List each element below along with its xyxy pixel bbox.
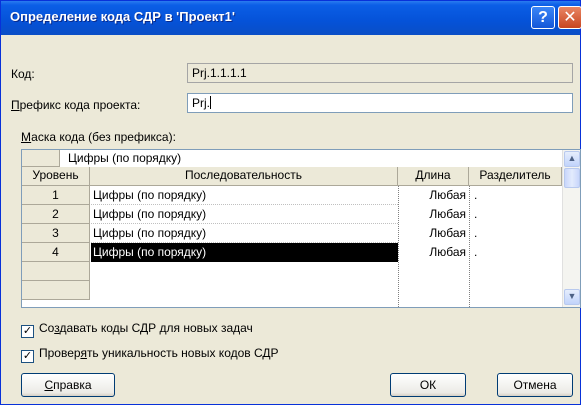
wbs-code-dialog: Определение кода СДР в 'Проект1' ? ✕ Код…	[0, 0, 581, 405]
row-header-empty[interactable]	[22, 262, 90, 281]
prefix-value: Prj.	[192, 96, 210, 110]
sequence-cell[interactable]: Цифры (по порядку)	[91, 224, 398, 243]
vertical-scrollbar[interactable]: ▲ ▼	[562, 150, 580, 307]
title-bar: Определение кода СДР в 'Проект1' ? ✕	[1, 1, 581, 35]
create-codes-checkbox[interactable]: ✓ Создавать коды СДР для новых задач	[21, 321, 253, 338]
sequence-cell[interactable]: Цифры (по порядку)	[91, 186, 398, 205]
row-divider	[91, 204, 398, 205]
column-divider	[469, 186, 470, 307]
sequence-cell[interactable]: Цифры (по порядку)	[91, 205, 398, 224]
mask-label: Маска кода (без префикса):	[21, 130, 176, 144]
column-header-length[interactable]: Длина	[398, 167, 469, 186]
row-divider	[91, 242, 398, 243]
mask-edit-cell[interactable]: Цифры (по порядку)	[68, 150, 548, 167]
close-button[interactable]: ✕	[558, 6, 581, 29]
dialog-title: Определение кода СДР в 'Проект1'	[10, 9, 235, 24]
separator-cell[interactable]: .	[470, 205, 562, 224]
column-header-sequence[interactable]: Последовательность	[90, 167, 398, 186]
separator-cell[interactable]: .	[470, 224, 562, 243]
length-cell[interactable]: Любая	[399, 243, 469, 262]
column-header-separator[interactable]: Разделитель	[469, 167, 562, 186]
sequence-cell-selected[interactable]: Цифры (по порядку)	[91, 243, 398, 262]
row-divider	[91, 223, 398, 224]
column-divider	[398, 186, 399, 307]
text-caret	[210, 96, 211, 109]
length-cell[interactable]: Любая	[399, 205, 469, 224]
row-header-4[interactable]: 4	[22, 243, 90, 262]
grid-header: Уровень Последовательность Длина Раздели…	[22, 167, 562, 186]
prefix-input[interactable]: Prj.	[187, 93, 573, 113]
scroll-down-icon[interactable]: ▼	[564, 289, 580, 305]
row-header-2[interactable]: 2	[22, 205, 90, 224]
row-header-1[interactable]: 1	[22, 186, 90, 205]
prefix-label: Префикс кода проекта:	[11, 98, 141, 112]
code-label: Код:	[11, 67, 35, 81]
checkmark-icon: ✓	[21, 325, 34, 338]
separator-cell[interactable]: .	[470, 243, 562, 262]
row-header-empty[interactable]	[22, 281, 90, 300]
row-header-3[interactable]: 3	[22, 224, 90, 243]
code-field: Prj.1.1.1.1	[187, 63, 573, 83]
help-title-button[interactable]: ?	[531, 6, 555, 29]
verify-unique-checkbox[interactable]: ✓ Проверять уникальность новых кодов СДР	[21, 346, 279, 363]
ok-button[interactable]: ОК	[390, 373, 466, 397]
cancel-button[interactable]: Отмена	[497, 373, 573, 397]
code-value: Prj.1.1.1.1	[192, 66, 247, 80]
separator-cell[interactable]: .	[470, 186, 562, 205]
column-header-level[interactable]: Уровень	[22, 167, 90, 186]
scroll-thumb[interactable]	[564, 168, 580, 188]
code-mask-grid[interactable]: Цифры (по порядку) Уровень Последователь…	[21, 149, 581, 308]
length-cell[interactable]: Любая	[399, 224, 469, 243]
length-cell[interactable]: Любая	[399, 186, 469, 205]
edit-row-corner	[22, 150, 60, 167]
scroll-up-icon[interactable]: ▲	[564, 151, 580, 167]
help-button[interactable]: Справка	[21, 373, 115, 397]
checkmark-icon: ✓	[21, 350, 34, 363]
